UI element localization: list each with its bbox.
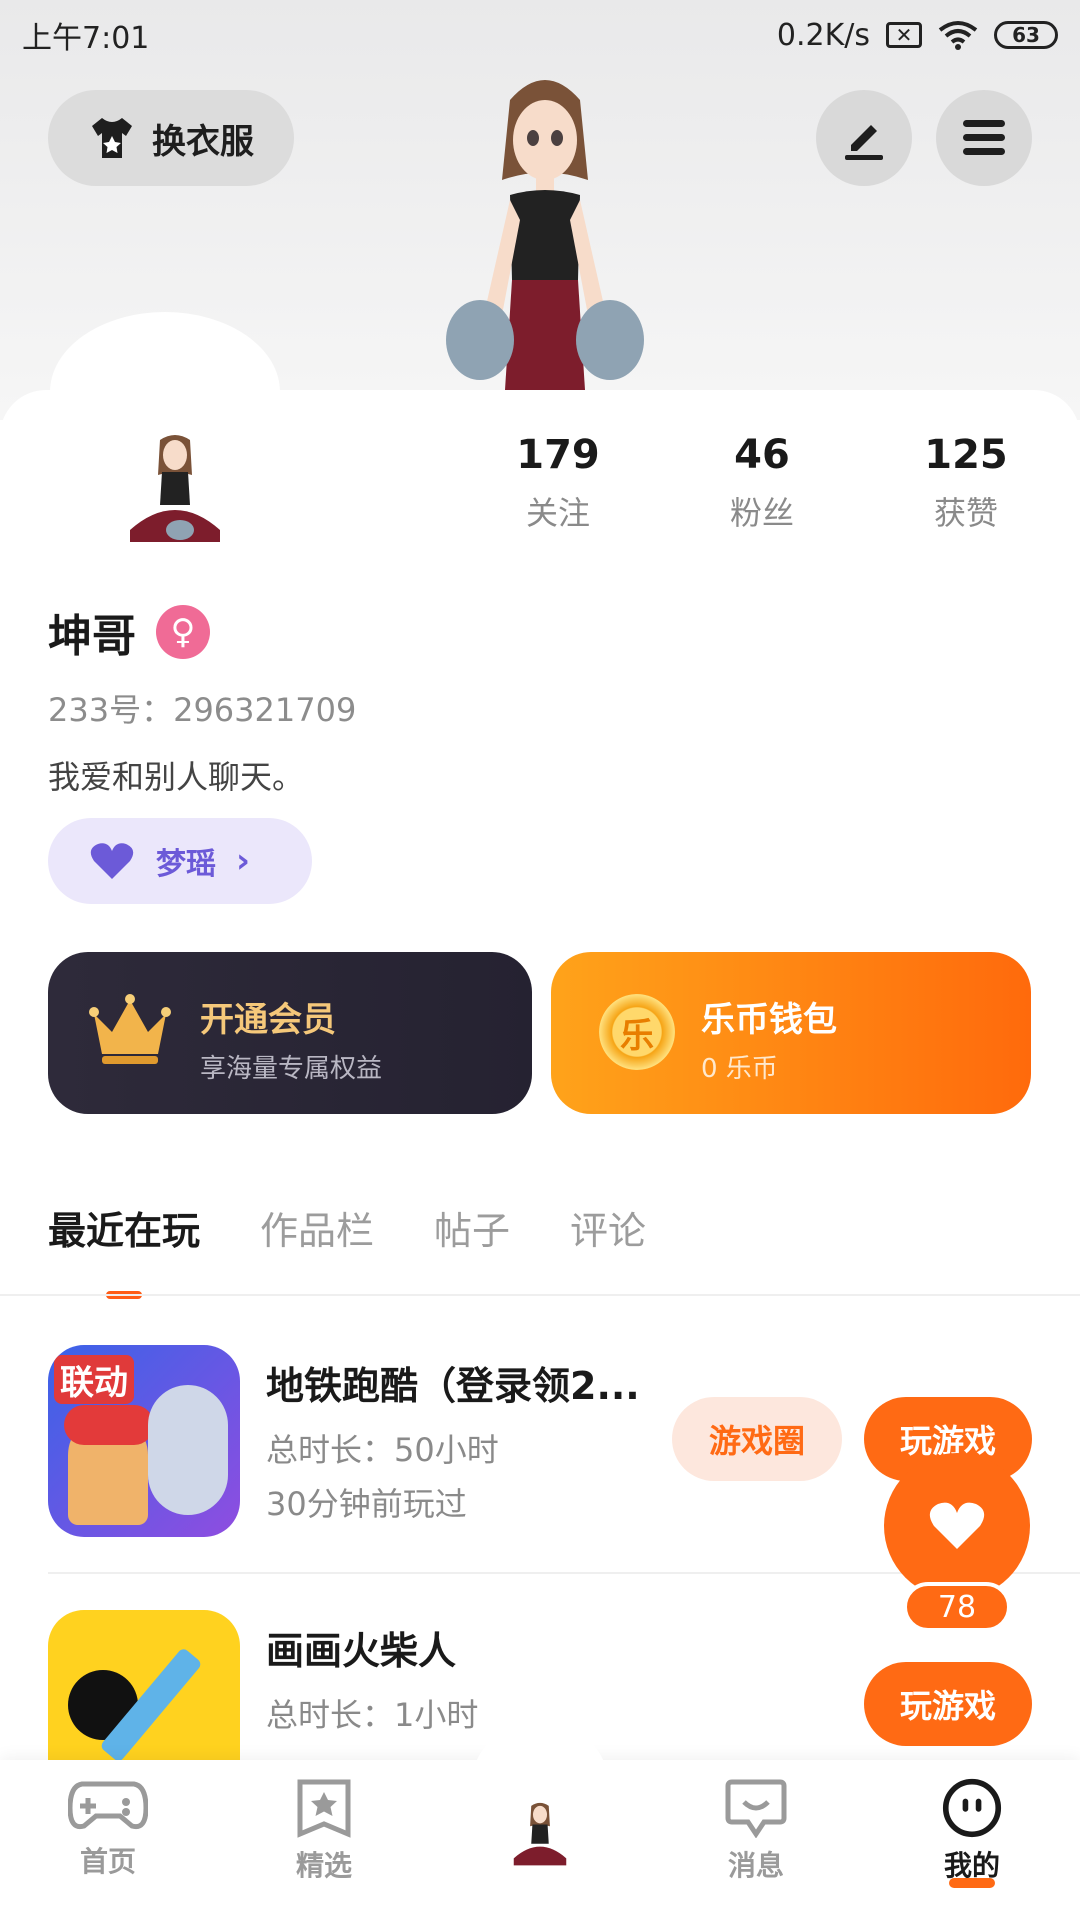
nav-mine[interactable]: 我的 — [912, 1778, 1032, 1888]
nav-home[interactable]: 首页 — [48, 1778, 168, 1880]
chevron-right-icon: › — [236, 841, 251, 881]
game-circle-button[interactable]: 游戏圈 — [672, 1397, 842, 1481]
nav-messages[interactable]: 消息 — [696, 1778, 816, 1884]
stat-followers-count: 46 — [734, 432, 790, 478]
play-game-button[interactable]: 玩游戏 — [864, 1662, 1032, 1746]
tab-recently-played[interactable]: 最近在玩 — [48, 1200, 200, 1285]
game-icon-draw-stickman[interactable] — [48, 1610, 240, 1760]
heart-icon — [929, 1502, 985, 1549]
wallet-balance: 0 乐币 — [701, 1054, 778, 1084]
nav-avatar[interactable] — [480, 1800, 600, 1870]
game-icon-subway-surfers[interactable]: 联动 — [48, 1345, 240, 1537]
sim-off-icon: ✕ — [886, 22, 922, 48]
partner-chip[interactable]: 梦瑶 › — [48, 818, 312, 904]
game-title: 地铁跑酷（登录领2... — [266, 1364, 640, 1408]
edit-profile-button[interactable] — [816, 90, 912, 186]
stat-likes[interactable]: 125 获赞 — [896, 432, 1036, 534]
username: 坤哥 — [48, 611, 136, 662]
stat-following[interactable]: 179 关注 — [488, 432, 628, 534]
change-outfit-label: 换衣服 — [152, 121, 254, 162]
crown-icon — [89, 994, 171, 1064]
vip-subtitle: 享海量专属权益 — [200, 1054, 383, 1084]
edit-icon — [845, 125, 883, 160]
avatar-thumbnail[interactable] — [120, 430, 230, 550]
stat-following-count: 179 — [516, 432, 600, 478]
menu-button[interactable] — [936, 90, 1032, 186]
user-id: 233号：296321709 — [48, 691, 357, 729]
battery-indicator: 63 — [994, 21, 1058, 49]
user-bio: 我爱和别人聊天。 — [48, 758, 305, 796]
message-icon — [725, 1779, 787, 1838]
tshirt-icon — [92, 118, 132, 158]
avatar-3d-character[interactable] — [410, 70, 680, 390]
bottom-navigation: 首页 精选 消息 我的 — [0, 1720, 1080, 1920]
avatar-nav-icon — [513, 1802, 567, 1866]
tab-works[interactable]: 作品栏 — [260, 1200, 374, 1285]
game-icon-text: 联动 — [54, 1355, 134, 1404]
tab-posts[interactable]: 帖子 — [434, 1200, 510, 1285]
gamepad-icon — [68, 1781, 148, 1830]
menu-icon — [963, 120, 1005, 155]
game-duration: 总时长：50小时 — [266, 1431, 499, 1469]
stat-followers-label: 粉丝 — [729, 494, 794, 532]
status-time: 上午7:01 — [22, 21, 150, 56]
like-button[interactable] — [884, 1453, 1030, 1599]
tab-comments[interactable]: 评论 — [570, 1200, 646, 1285]
status-bar: 上午7:01 0.2K/s ✕ 63 — [0, 0, 1080, 70]
nav-featured[interactable]: 精选 — [264, 1778, 384, 1884]
nav-home-label: 首页 — [79, 1845, 136, 1878]
network-speed: 0.2K/s — [776, 17, 870, 53]
game-title: 画画火柴人 — [266, 1629, 457, 1673]
profile-tabs: 最近在玩 作品栏 帖子 评论 — [48, 1200, 646, 1285]
stat-followers[interactable]: 46 粉丝 — [692, 432, 832, 534]
featured-star-icon — [297, 1779, 351, 1838]
coin-icon: 乐 — [599, 994, 675, 1070]
smiley-face-icon — [942, 1778, 1002, 1838]
wallet-title: 乐币钱包 — [701, 1000, 837, 1040]
vip-title: 开通会员 — [200, 1000, 336, 1040]
like-count: 78 — [903, 1582, 1011, 1632]
stat-likes-count: 125 — [924, 432, 1008, 478]
wifi-icon — [938, 21, 978, 50]
nav-featured-label: 精选 — [295, 1849, 352, 1882]
vip-membership-card[interactable]: 开通会员 享海量专属权益 — [48, 952, 532, 1114]
nav-messages-label: 消息 — [727, 1849, 784, 1882]
game-last-played: 30分钟前玩过 — [266, 1485, 467, 1523]
game-duration: 总时长：1小时 — [266, 1696, 479, 1734]
change-outfit-button[interactable]: 换衣服 — [48, 90, 294, 186]
stat-likes-label: 获赞 — [933, 494, 998, 532]
stat-following-label: 关注 — [525, 494, 590, 532]
heart-icon — [90, 843, 134, 879]
female-icon: ♀ — [156, 605, 210, 659]
coin-wallet-card[interactable]: 乐 乐币钱包 0 乐币 — [551, 952, 1031, 1114]
partner-name: 梦瑶 — [156, 847, 216, 882]
